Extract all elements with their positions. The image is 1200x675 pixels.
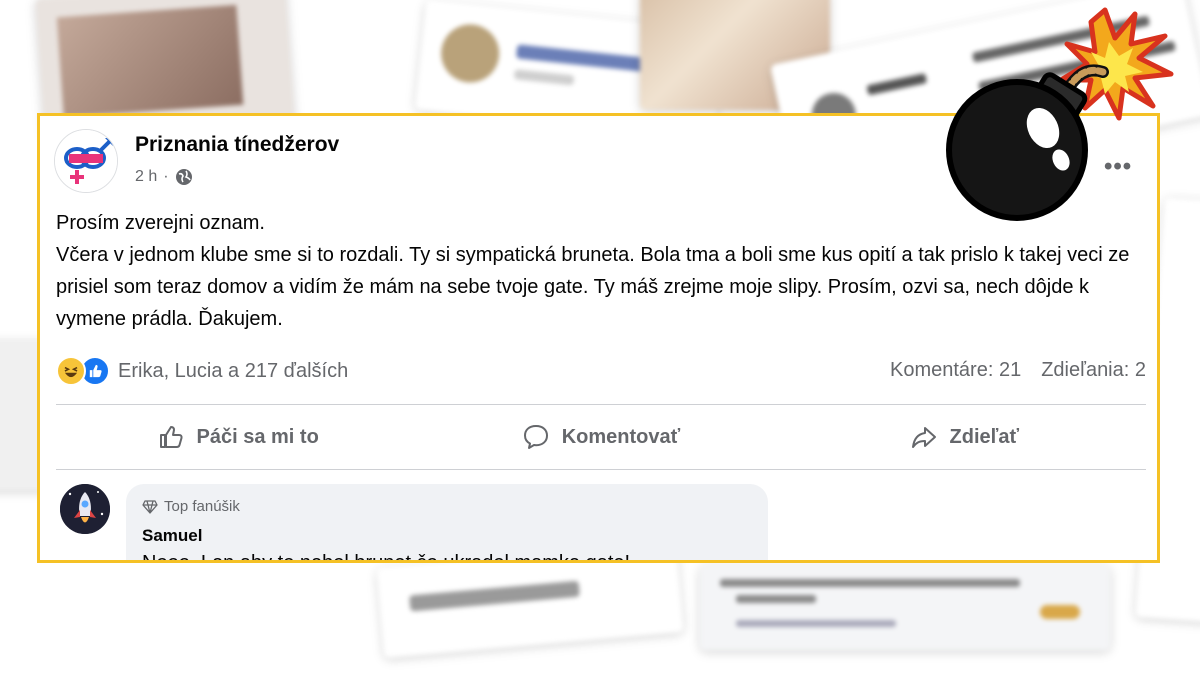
reactions-summary[interactable]: Erika, Lucia a 217 ďalších (56, 356, 348, 386)
diamond-icon (142, 499, 158, 514)
comment-icon (523, 425, 548, 449)
post-actions: Páči sa mi to Komentovať Zdieľať (56, 411, 1146, 463)
comment-text: Nooo. Len aby to nebol brunet čo ukradol… (142, 552, 631, 563)
top-fan-label: Top fanúšik (164, 498, 240, 515)
haha-reaction-icon (56, 356, 86, 386)
post-meta: 2 h · (135, 168, 193, 186)
like-button-label: Páči sa mi to (196, 425, 319, 448)
page-avatar[interactable] (54, 129, 118, 193)
post-time[interactable]: 2 h (135, 168, 157, 186)
comment-bubble: Top fanúšik Samuel Nooo. Len aby to nebo… (126, 484, 768, 563)
bomb-icon (946, 7, 1174, 221)
rocket-avatar-image (60, 484, 110, 534)
meta-separator: · (163, 168, 169, 185)
comment-button-label: Komentovať (561, 425, 681, 448)
comment-author[interactable]: Samuel (142, 526, 202, 546)
top-comment: Top fanúšik Samuel Nooo. Len aby to nebo… (60, 484, 1157, 563)
post-body-line: Včera v jednom klube sme si to rozdali. … (56, 244, 1130, 330)
comment-button[interactable]: Komentovať (419, 411, 782, 463)
comments-count[interactable]: Komentáre: 21 (890, 359, 1021, 382)
page-name[interactable]: Priznania tínedžerov (135, 133, 339, 157)
engagement-counts: Komentáre: 21 Zdieľania: 2 (890, 359, 1146, 382)
like-button[interactable]: Páči sa mi to (56, 411, 419, 463)
commenter-avatar[interactable] (60, 484, 110, 534)
share-icon (911, 427, 936, 448)
shares-count[interactable]: Zdieľania: 2 (1041, 359, 1146, 382)
top-fan-badge: Top fanúšik (142, 498, 240, 515)
reactions-text: Erika, Lucia a 217 ďalších (118, 359, 349, 382)
divider (56, 469, 1146, 470)
background-comment-card (700, 565, 1110, 650)
thumbs-up-icon (159, 426, 183, 448)
globe-icon (175, 169, 192, 185)
share-button[interactable]: Zdieľať (783, 411, 1146, 463)
divider (56, 404, 1146, 405)
share-button-label: Zdieľať (949, 425, 1020, 448)
page-logo (55, 130, 117, 192)
